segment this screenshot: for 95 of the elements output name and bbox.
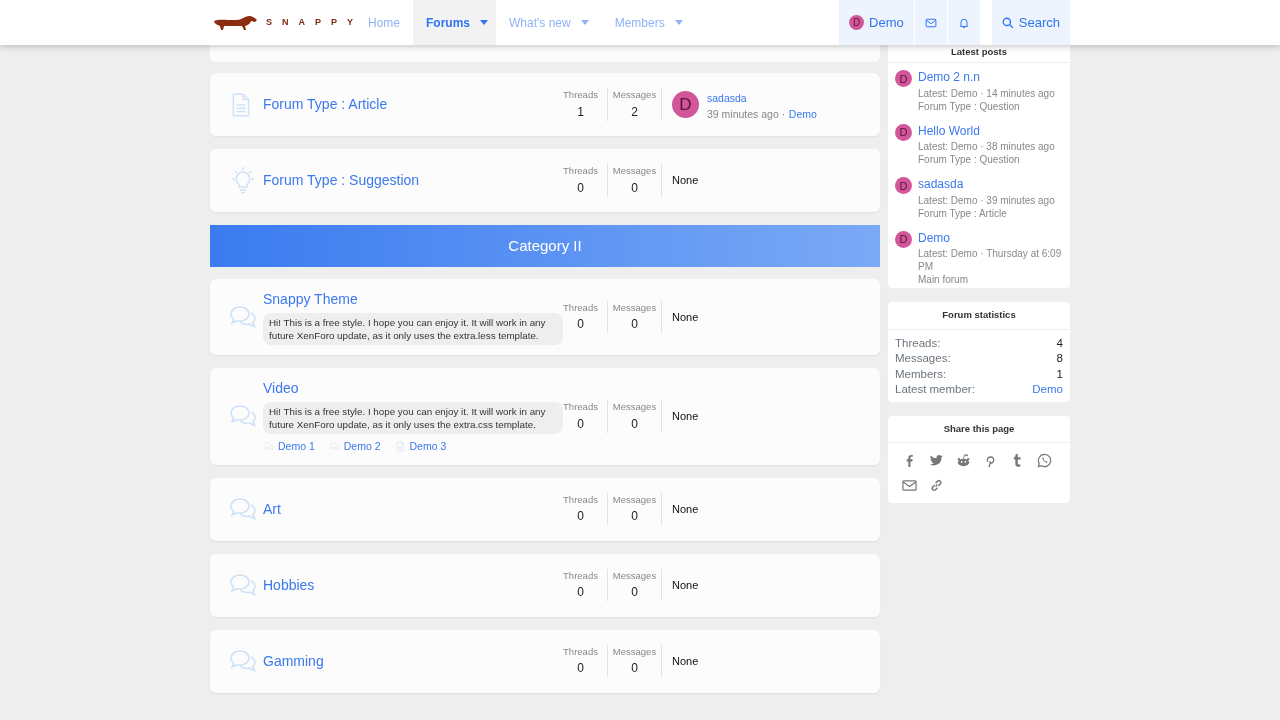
stat-label: Threads — [562, 569, 599, 584]
stat-value: 8 — [1056, 351, 1063, 366]
forum-description: Hi! This is a free style. I hope you can enjoy it. It will work in any future XenForo update, as it only uses the extra.css template. — [263, 402, 563, 434]
stat-label: Messages — [611, 645, 658, 660]
member-link[interactable]: Demo — [1032, 382, 1063, 398]
stat-value: 4 — [1056, 335, 1063, 351]
latest-none: None — [672, 173, 699, 189]
post-forum: Forum Type : Question — [918, 99, 1021, 113]
subforum-link[interactable]: Demo 3 — [394, 439, 447, 455]
reddit-icon[interactable] — [956, 452, 971, 468]
post-meta: Latest: Demo · 39 minutes ago — [918, 193, 1055, 207]
stat-label: Threads: — [895, 335, 941, 351]
post-forum: Main forum — [918, 273, 969, 287]
category-header: Category II — [210, 225, 880, 267]
panel-title: Latest posts — [888, 45, 1070, 64]
stat-value: 0 — [576, 316, 585, 334]
nav-tab[interactable]: Forums — [413, 0, 497, 45]
stat-value: 0 — [630, 415, 639, 433]
stat-value: 0 — [630, 660, 639, 678]
stat-value: 1 — [576, 103, 585, 121]
forum-description: Hi! This is a free style. I hope you can enjoy it. It will work in any future XenForo update, as it only uses the extra.less template. — [263, 313, 563, 345]
twitter-icon[interactable] — [929, 452, 944, 468]
latest-none: None — [672, 309, 699, 325]
avatar-icon: D — [849, 15, 865, 30]
mail-icon[interactable] — [913, 0, 947, 45]
stat-value: 0 — [576, 660, 585, 678]
latest-none: None — [672, 578, 699, 593]
forum-title[interactable]: Forum Type : Article — [263, 94, 388, 115]
stat-label: Threads — [562, 164, 599, 179]
avatar-icon: D — [895, 177, 912, 195]
search-button[interactable]: Search — [991, 0, 1070, 45]
avatar-icon: D — [895, 230, 912, 248]
stat-label: Threads — [562, 493, 599, 508]
avatar-icon: D — [672, 91, 699, 118]
forum-title[interactable]: Gamming — [263, 650, 324, 672]
avatar-icon: D — [895, 123, 912, 141]
user-menu[interactable]: D Demo — [839, 0, 914, 45]
panel-title: Forum statistics — [888, 302, 1070, 330]
latest-none: None — [672, 654, 699, 669]
stat-value: 0 — [576, 584, 585, 602]
chat-icon — [263, 441, 274, 453]
forum-title[interactable]: Snappy Theme — [263, 289, 358, 310]
stat-label: Members: — [895, 366, 947, 382]
whatsapp-icon[interactable] — [1037, 452, 1052, 468]
stat-label: Messages — [611, 300, 658, 315]
forum-title[interactable]: Art — [263, 498, 281, 520]
post-forum: Forum Type : Question — [918, 153, 1021, 167]
stat-label: Messages — [611, 164, 658, 179]
forum-title[interactable]: Hobbies — [263, 574, 315, 596]
stat-label: Messages — [611, 88, 658, 103]
post-title-link[interactable]: Hello World — [918, 123, 980, 138]
stat-value: 0 — [630, 584, 639, 602]
stat-label: Messages — [611, 493, 658, 508]
stat-value: 2 — [630, 103, 639, 121]
stat-value: 1 — [1056, 366, 1063, 382]
post-title-link[interactable]: Demo 2 n.n — [918, 70, 981, 85]
subforum-link[interactable]: Demo 1 — [263, 439, 315, 455]
stat-value: 0 — [630, 508, 639, 526]
post-forum: Forum Type : Article — [918, 206, 1008, 220]
forum-title[interactable]: Video — [263, 378, 299, 399]
post-meta: Latest: Demo · 14 minutes ago — [918, 86, 1055, 100]
stat-label: Threads — [562, 300, 599, 315]
forum-title[interactable]: Forum Type : Suggestion — [263, 170, 420, 191]
stat-value: 0 — [630, 316, 639, 334]
user-link[interactable]: Demo — [788, 108, 817, 121]
subforum-link[interactable]: Demo 2 — [328, 439, 381, 455]
stat-label: Threads — [562, 645, 599, 660]
stat-label: Latest member: — [895, 382, 975, 397]
nav-tab[interactable]: Members — [601, 0, 696, 45]
latest-none: None — [672, 409, 699, 425]
search-icon[interactable] — [1001, 16, 1014, 29]
stat-label: Messages — [611, 569, 658, 584]
stat-value: 0 — [576, 415, 585, 433]
link-icon[interactable] — [929, 477, 944, 493]
stat-value: 0 — [630, 179, 639, 197]
stat-label: Threads — [562, 88, 599, 103]
document-icon — [394, 441, 406, 453]
post-meta: Latest: Demo · Thursday at 6:09 PM — [918, 247, 1063, 274]
stat-value: 0 — [576, 179, 585, 197]
chat-icon — [328, 441, 340, 453]
latest-time: 39 minutes ago · — [707, 108, 786, 121]
post-title-link[interactable]: Demo — [918, 230, 950, 245]
post-title-link[interactable]: sadasda — [918, 177, 964, 192]
stat-value: 0 — [576, 508, 585, 526]
panel-title: Share this page — [888, 415, 1070, 443]
mail-icon[interactable] — [902, 477, 917, 493]
stat-label: Threads — [562, 400, 599, 415]
nav-tab[interactable]: What's new — [496, 0, 602, 45]
latest-none: None — [672, 502, 699, 517]
avatar-icon: D — [895, 70, 912, 88]
caret-icon[interactable] — [480, 20, 489, 25]
latest-thread-link[interactable]: sadasda — [707, 91, 747, 104]
post-meta: Latest: Demo · 38 minutes ago — [918, 140, 1055, 154]
stat-label: Messages — [611, 400, 658, 415]
stat-label: Messages: — [895, 351, 951, 366]
